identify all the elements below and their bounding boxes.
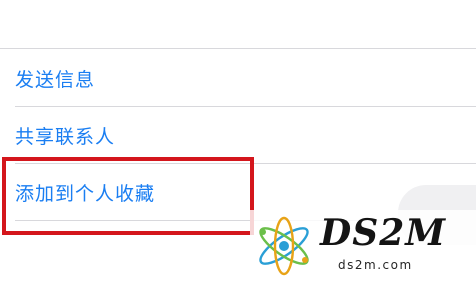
share-contact-button[interactable]: 共享联系人 (0, 107, 476, 163)
watermark-url: ds2m.com (338, 258, 413, 272)
atom-logo-icon (259, 216, 309, 276)
watermark-title: DS2M (320, 212, 447, 254)
share-contact-label: 共享联系人 (15, 125, 116, 148)
menu-divider (0, 48, 476, 49)
highlight-box (2, 157, 254, 235)
watermark: DS2M ds2m.com (250, 210, 476, 281)
send-message-button[interactable]: 发送信息 (0, 50, 476, 106)
send-message-label: 发送信息 (15, 68, 96, 91)
